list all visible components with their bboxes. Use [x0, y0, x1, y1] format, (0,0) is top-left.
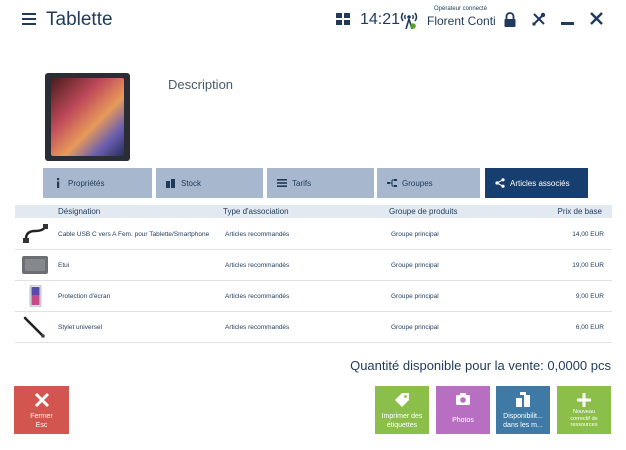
cell-group: Groupe principal — [391, 231, 439, 238]
info-icon — [57, 178, 60, 188]
grid-icon[interactable] — [336, 13, 350, 26]
cell-type: Articles recommandés — [225, 293, 290, 300]
tab-label: Stock — [181, 178, 202, 188]
camera-icon — [456, 393, 470, 405]
menu-icon[interactable] — [22, 12, 36, 25]
tab-tarifs[interactable]: Tarifs — [267, 168, 374, 198]
cell-group: Groupe principal — [391, 293, 439, 300]
tab-stock[interactable]: Stock — [156, 168, 263, 198]
table-row[interactable]: Etui Articles recommandés Groupe princip… — [15, 250, 612, 281]
cell-price: 14,00 EUR — [572, 231, 604, 238]
tab-articles-associes[interactable]: Articles associés — [485, 168, 588, 198]
tree-icon — [387, 179, 397, 187]
table-row[interactable]: Cable USB C vers A Fem. pour Tablette/Sm… — [15, 219, 612, 250]
warehouse-icon — [166, 179, 175, 188]
button-label: Photos — [452, 417, 474, 424]
plus-icon — [577, 393, 591, 407]
button-label: Esc — [35, 422, 48, 429]
cell-group: Groupe principal — [391, 262, 439, 269]
cable-thumbnail — [23, 224, 48, 243]
cell-type: Articles recommandés — [225, 324, 290, 331]
operator-name[interactable]: Florent Conti — [427, 14, 496, 28]
new-resource-correction-button[interactable]: Nouveau correctif de ressources — [557, 386, 611, 434]
tag-icon — [395, 393, 409, 407]
top-bar: Tablette 14:21 Opérateur connecté Floren… — [0, 0, 626, 40]
column-header-type[interactable]: Type d'association — [223, 207, 289, 216]
column-header-group[interactable]: Groupe de produits — [389, 207, 458, 216]
lock-icon[interactable] — [503, 12, 517, 27]
close-icon[interactable] — [590, 12, 603, 25]
cell-price: 9,00 EUR — [575, 293, 604, 300]
x-icon — [34, 392, 49, 408]
minimize-icon[interactable] — [561, 22, 574, 25]
button-label: Disponibilit... — [503, 413, 543, 420]
cell-designation: Protection d'écran — [58, 293, 111, 300]
print-labels-button[interactable]: Imprimer des étiquettes — [375, 386, 429, 434]
cell-price: 19,00 EUR — [572, 262, 604, 269]
phone-thumbnail — [29, 285, 42, 307]
clock: 14:21 — [360, 11, 401, 28]
cell-type: Articles recommandés — [225, 231, 290, 238]
cell-designation: Etui — [58, 262, 70, 269]
product-image — [45, 73, 130, 161]
cell-price: 6,00 EUR — [575, 324, 604, 331]
tab-groupes[interactable]: Groupes — [377, 168, 480, 198]
list-icon — [277, 179, 287, 187]
button-label: Fermer — [30, 413, 53, 420]
operator-label: Opérateur connecté — [434, 6, 488, 12]
case-thumbnail — [22, 256, 48, 274]
button-label: étiquettes — [386, 422, 418, 429]
button-label: Imprimer des — [381, 413, 423, 420]
photos-button[interactable]: Photos — [436, 386, 490, 434]
tab-label: Propriétés — [68, 178, 105, 188]
button-label: dans les m... — [503, 422, 543, 429]
availability-button[interactable]: Disponibilit... dans les m... — [496, 386, 550, 434]
tab-label: Articles associés — [510, 178, 570, 188]
column-header-price[interactable]: Prix de base — [558, 207, 602, 216]
cell-designation: Cable USB C vers A Fem. pour Tablette/Sm… — [58, 231, 210, 238]
tab-label: Tarifs — [292, 178, 312, 188]
table-row[interactable]: Stylet universel Articles recommandés Gr… — [15, 312, 612, 343]
button-label: ressources — [570, 422, 598, 428]
tools-icon[interactable] — [532, 12, 546, 26]
available-quantity: Quantité disponible pour la vente: 0,000… — [350, 358, 611, 373]
table-row[interactable]: Protection d'écran Articles recommandés … — [15, 281, 612, 312]
tab-proprietes[interactable]: Propriétés — [43, 168, 152, 198]
signal-tower-icon — [400, 12, 418, 30]
column-header-designation[interactable]: Désignation — [58, 207, 100, 216]
cell-designation: Stylet universel — [58, 324, 103, 331]
product-description: Description — [168, 77, 234, 92]
cell-type: Articles recommandés — [225, 262, 290, 269]
table-header: Désignation Type d'association Groupe de… — [15, 205, 612, 218]
tab-label: Groupes — [402, 178, 433, 188]
close-button[interactable]: Fermer Esc — [14, 386, 69, 434]
warehouse-icon — [516, 392, 530, 407]
share-icon — [495, 178, 505, 188]
page-title: Tablette — [46, 9, 113, 30]
cell-group: Groupe principal — [391, 324, 439, 331]
stylus-thumbnail — [23, 316, 45, 338]
